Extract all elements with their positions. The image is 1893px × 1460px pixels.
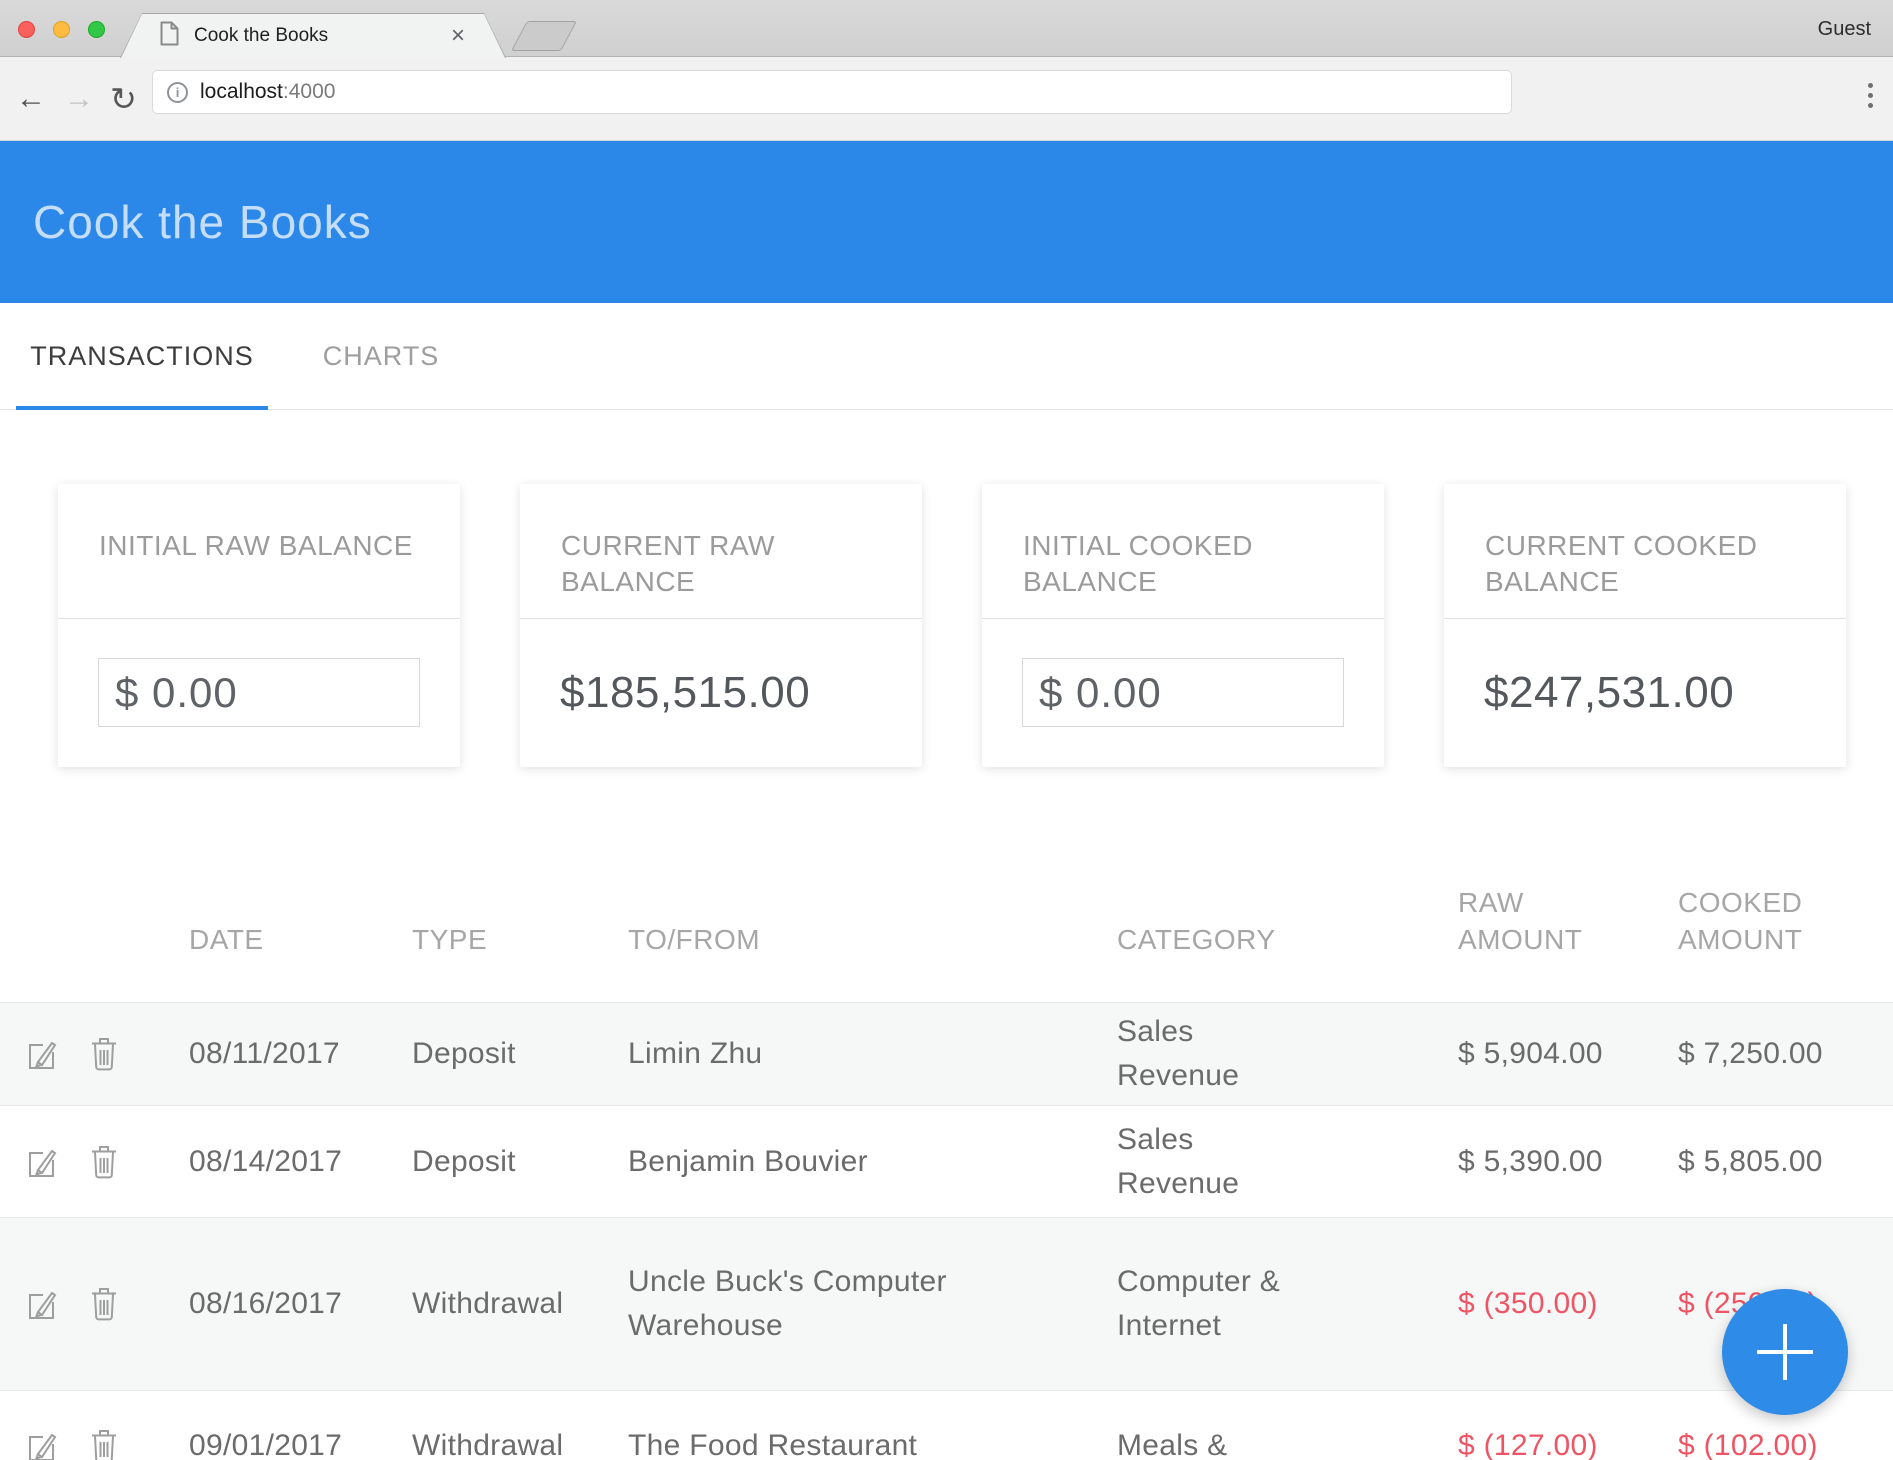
add-transaction-button[interactable] bbox=[1722, 1289, 1848, 1415]
url-port: :4000 bbox=[283, 80, 336, 103]
card-label: CURRENT COOKED BALANCE bbox=[1444, 484, 1846, 619]
edit-icon[interactable] bbox=[26, 1286, 58, 1323]
col-header-raw-amount: RAW AMOUNT bbox=[1458, 884, 1618, 958]
col-header-to-from: TO/FROM bbox=[628, 921, 1117, 958]
cell-raw-amount: $ (350.00) bbox=[1458, 1282, 1678, 1326]
cell-date: 08/14/2017 bbox=[189, 1140, 412, 1184]
edit-icon[interactable] bbox=[26, 1427, 58, 1460]
cell-to-from: Uncle Buck's Computer Warehouse bbox=[628, 1260, 998, 1348]
close-window-button[interactable] bbox=[18, 21, 35, 38]
cell-type: Deposit bbox=[412, 1032, 628, 1076]
cell-type: Deposit bbox=[412, 1140, 628, 1184]
current-cooked-balance-value: $247,531.00 bbox=[1484, 668, 1734, 718]
forward-icon: → bbox=[64, 57, 94, 141]
back-icon[interactable]: ← bbox=[16, 57, 46, 141]
tab-charts[interactable]: CHARTS bbox=[268, 303, 494, 409]
page-favicon bbox=[159, 21, 180, 51]
guest-profile-label[interactable]: Guest bbox=[1818, 18, 1871, 41]
browser-tab-strip: Cook the Books × Guest bbox=[0, 0, 1893, 57]
reload-icon[interactable]: ↻ bbox=[110, 57, 137, 141]
card-label: INITIAL RAW BALANCE bbox=[58, 484, 460, 619]
col-header-cooked-amount: COOKED AMOUNT bbox=[1678, 884, 1838, 958]
col-header-date: DATE bbox=[189, 921, 412, 958]
url-host: localhost bbox=[200, 80, 283, 103]
new-tab-button[interactable] bbox=[511, 21, 577, 51]
table-row: 08/11/2017 Deposit Limin Zhu Sales Reven… bbox=[0, 1002, 1893, 1105]
cell-date: 08/16/2017 bbox=[189, 1282, 412, 1326]
browser-tab[interactable]: Cook the Books × bbox=[120, 13, 506, 58]
cell-to-from: The Food Restaurant bbox=[628, 1424, 998, 1460]
initial-cooked-balance-input[interactable] bbox=[1022, 658, 1344, 727]
cell-to-from: Limin Zhu bbox=[628, 1032, 998, 1076]
cell-type: Withdrawal bbox=[412, 1424, 628, 1460]
transactions-table-header: DATE TYPE TO/FROM CATEGORY RAW AMOUNT CO… bbox=[0, 767, 1893, 1002]
cell-category: Sales Revenue bbox=[1117, 1010, 1327, 1098]
table-row: 08/16/2017 Withdrawal Uncle Buck's Compu… bbox=[0, 1217, 1893, 1390]
edit-icon[interactable] bbox=[26, 1143, 58, 1180]
app-title: Cook the Books bbox=[0, 195, 372, 249]
close-tab-icon[interactable]: × bbox=[451, 24, 465, 48]
cell-raw-amount: $ (127.00) bbox=[1458, 1424, 1678, 1460]
edit-icon[interactable] bbox=[26, 1036, 58, 1073]
current-raw-balance-card: CURRENT RAW BALANCE $185,515.00 bbox=[520, 484, 922, 767]
window-controls bbox=[18, 21, 105, 38]
trash-icon[interactable] bbox=[88, 1143, 120, 1180]
app-tab-bar: TRANSACTIONS CHARTS bbox=[0, 303, 1893, 410]
zoom-window-button[interactable] bbox=[88, 21, 105, 38]
cell-cooked-amount: $ 7,250.00 bbox=[1678, 1032, 1893, 1076]
table-row: 09/01/2017 Withdrawal The Food Restauran… bbox=[0, 1390, 1893, 1460]
col-header-type: TYPE bbox=[412, 921, 628, 958]
app-header: Cook the Books bbox=[0, 141, 1893, 303]
page-info-icon[interactable]: i bbox=[167, 82, 188, 103]
initial-raw-balance-card: INITIAL RAW BALANCE bbox=[58, 484, 460, 767]
initial-cooked-balance-card: INITIAL COOKED BALANCE bbox=[982, 484, 1384, 767]
cell-cooked-amount: $ 5,805.00 bbox=[1678, 1140, 1893, 1184]
trash-icon[interactable] bbox=[88, 1286, 120, 1323]
cell-to-from: Benjamin Bouvier bbox=[628, 1140, 998, 1184]
cell-category: Computer & Internet bbox=[1117, 1260, 1327, 1348]
browser-toolbar: ← → ↻ i localhost:4000 bbox=[0, 57, 1893, 141]
url-text[interactable]: localhost:4000 bbox=[200, 80, 335, 104]
cell-cooked-amount: $ (102.00) bbox=[1678, 1424, 1893, 1460]
table-row: 08/14/2017 Deposit Benjamin Bouvier Sale… bbox=[0, 1105, 1893, 1217]
cell-type: Withdrawal bbox=[412, 1282, 628, 1326]
cell-raw-amount: $ 5,390.00 bbox=[1458, 1140, 1678, 1184]
minimize-window-button[interactable] bbox=[53, 21, 70, 38]
col-header-category: CATEGORY bbox=[1117, 921, 1458, 958]
tab-title: Cook the Books bbox=[194, 25, 451, 47]
tab-transactions[interactable]: TRANSACTIONS bbox=[16, 303, 268, 409]
card-label: INITIAL COOKED BALANCE bbox=[982, 484, 1384, 619]
current-cooked-balance-card: CURRENT COOKED BALANCE $247,531.00 bbox=[1444, 484, 1846, 767]
cell-category: Sales Revenue bbox=[1117, 1118, 1327, 1206]
address-bar[interactable]: i localhost:4000 bbox=[152, 70, 1512, 114]
balance-cards: INITIAL RAW BALANCE CURRENT RAW BALANCE … bbox=[0, 410, 1893, 767]
current-raw-balance-value: $185,515.00 bbox=[560, 668, 810, 718]
cell-date: 08/11/2017 bbox=[189, 1032, 412, 1076]
browser-menu-icon[interactable] bbox=[1868, 83, 1873, 108]
trash-icon[interactable] bbox=[88, 1427, 120, 1460]
cell-raw-amount: $ 5,904.00 bbox=[1458, 1032, 1678, 1076]
cell-category: Meals & bbox=[1117, 1424, 1327, 1460]
card-label: CURRENT RAW BALANCE bbox=[520, 484, 922, 619]
initial-raw-balance-input[interactable] bbox=[98, 658, 420, 727]
cell-date: 09/01/2017 bbox=[189, 1424, 412, 1460]
trash-icon[interactable] bbox=[88, 1036, 120, 1073]
